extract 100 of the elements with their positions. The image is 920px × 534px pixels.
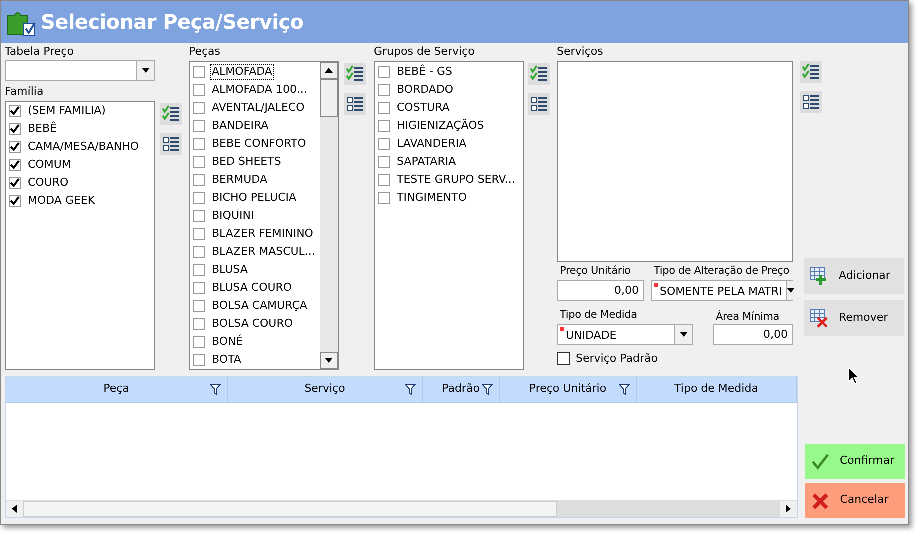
- list-item[interactable]: BOLSA CAMURÇA: [211, 299, 308, 313]
- checkbox[interactable]: [193, 354, 205, 366]
- field-label: Preço Unitário: [560, 265, 631, 278]
- list-item[interactable]: TINGIMENTO: [396, 191, 468, 205]
- unit-price-field[interactable]: 0,00: [557, 280, 644, 301]
- checkbox[interactable]: [193, 156, 205, 168]
- list-item[interactable]: COSTURA: [396, 101, 451, 115]
- check-all-button[interactable]: [528, 63, 550, 85]
- add-table-icon: [810, 266, 829, 286]
- column-header[interactable]: Padrão: [423, 377, 500, 402]
- check-all-button[interactable]: [800, 61, 822, 83]
- checkbox[interactable]: [193, 300, 205, 312]
- checkbox[interactable]: [193, 336, 205, 348]
- list-item[interactable]: MODA GEEK: [27, 194, 96, 208]
- checkbox[interactable]: [378, 102, 390, 114]
- column-header[interactable]: Preço Unitário: [500, 377, 637, 402]
- filter-icon[interactable]: [619, 384, 630, 395]
- checkbox[interactable]: [378, 120, 390, 132]
- column-header[interactable]: Tipo de Medida: [637, 377, 797, 402]
- filter-icon[interactable]: [210, 384, 221, 395]
- list-item[interactable]: BLAZER MASCUL...: [211, 245, 316, 259]
- list-item[interactable]: SAPATARIA: [396, 155, 458, 169]
- list-item[interactable]: CAMA/MESA/BANHO: [27, 140, 140, 154]
- list-item[interactable]: BIQUINI: [211, 209, 256, 223]
- scroll-up-icon[interactable]: [325, 68, 333, 73]
- list-item[interactable]: BORDADO: [396, 83, 455, 97]
- checkbox[interactable]: [193, 246, 205, 258]
- horizontal-scrollbar[interactable]: [6, 500, 797, 517]
- list-item[interactable]: BANDEIRA: [211, 119, 270, 133]
- checkbox[interactable]: [378, 156, 390, 168]
- checkbox[interactable]: [193, 282, 205, 294]
- checkbox[interactable]: [193, 66, 205, 78]
- list-item[interactable]: BOLSA COURO: [211, 317, 294, 331]
- list-item[interactable]: BONÉ: [211, 335, 244, 349]
- list-item[interactable]: BEBÊ: [27, 122, 58, 136]
- checkbox[interactable]: [378, 66, 390, 78]
- list-item[interactable]: BEBÊ - GS: [396, 65, 454, 79]
- checkbox[interactable]: [9, 123, 21, 135]
- list-item[interactable]: BLAZER FEMININO: [211, 227, 314, 241]
- list-item[interactable]: BLUSA: [211, 263, 249, 277]
- checkbox[interactable]: [193, 192, 205, 204]
- list-item[interactable]: BED SHEETS: [211, 155, 282, 169]
- list-item[interactable]: HIGIENIZAÇÃOS: [396, 119, 486, 133]
- min-area-field[interactable]: 0,00: [713, 324, 793, 345]
- cancel-button[interactable]: Cancelar: [805, 483, 905, 518]
- list-item[interactable]: ALMOFADA 100...: [211, 83, 308, 97]
- uncheck-all-button[interactable]: [160, 133, 182, 155]
- confirm-button[interactable]: Confirmar: [805, 444, 905, 479]
- checkbox[interactable]: [193, 318, 205, 330]
- checkbox[interactable]: [9, 177, 21, 189]
- checkbox[interactable]: [9, 141, 21, 153]
- checkbox[interactable]: [557, 352, 570, 365]
- list-item[interactable]: BERMUDA: [211, 173, 268, 187]
- checkbox[interactable]: [9, 159, 21, 171]
- checkbox[interactable]: [378, 192, 390, 204]
- checkbox[interactable]: [193, 120, 205, 132]
- measure-type-dropdown[interactable]: UNIDADE: [557, 324, 693, 345]
- scroll-thumb[interactable]: [23, 501, 557, 517]
- list-item[interactable]: BOTA: [211, 353, 242, 367]
- scroll-right-icon[interactable]: [786, 505, 791, 513]
- uncheck-all-button[interactable]: [344, 93, 366, 115]
- price-change-dropdown[interactable]: SOMENTE PELA MATRI: [651, 280, 793, 301]
- checkbox[interactable]: [378, 174, 390, 186]
- add-button[interactable]: Adicionar: [804, 258, 904, 294]
- price-table-dropdown[interactable]: [5, 60, 155, 81]
- list-item[interactable]: BEBE CONFORTO: [211, 137, 308, 151]
- scrollbar[interactable]: [320, 62, 338, 369]
- check-all-button[interactable]: [160, 103, 182, 125]
- scroll-down-icon[interactable]: [325, 358, 333, 363]
- list-item[interactable]: (SEM FAMILIA): [27, 104, 107, 118]
- list-item[interactable]: BLUSA COURO: [211, 281, 294, 295]
- checkbox[interactable]: [193, 138, 205, 150]
- column-header[interactable]: Serviço: [228, 377, 423, 402]
- checkbox[interactable]: [9, 105, 21, 117]
- filter-icon[interactable]: [405, 384, 416, 395]
- checkbox[interactable]: [193, 264, 205, 276]
- scroll-left-icon[interactable]: [12, 505, 17, 513]
- checkbox[interactable]: [193, 84, 205, 96]
- checkbox[interactable]: [378, 84, 390, 96]
- list-item[interactable]: BICHO PELUCIA: [211, 191, 298, 205]
- uncheck-all-button[interactable]: [800, 91, 822, 113]
- scroll-thumb[interactable]: [320, 79, 338, 117]
- checkbox[interactable]: [193, 102, 205, 114]
- close-icon: [811, 492, 830, 510]
- list-item[interactable]: COURO: [27, 176, 70, 190]
- list-item[interactable]: COMUM: [27, 158, 72, 172]
- list-item[interactable]: LAVANDERIA: [396, 137, 468, 151]
- filter-icon[interactable]: [482, 384, 493, 395]
- checkbox[interactable]: [193, 210, 205, 222]
- checkbox[interactable]: [193, 228, 205, 240]
- checkbox[interactable]: [378, 138, 390, 150]
- checkbox[interactable]: [193, 174, 205, 186]
- list-item[interactable]: TESTE GRUPO SERV...: [396, 173, 516, 187]
- checkbox[interactable]: [9, 195, 21, 207]
- list-item[interactable]: ALMOFADA: [211, 65, 274, 79]
- check-all-button[interactable]: [344, 63, 366, 85]
- uncheck-all-button[interactable]: [528, 93, 550, 115]
- remove-button[interactable]: Remover: [804, 300, 904, 336]
- column-header[interactable]: Peça: [6, 377, 228, 402]
- list-item[interactable]: AVENTAL/JALECO: [211, 101, 306, 115]
